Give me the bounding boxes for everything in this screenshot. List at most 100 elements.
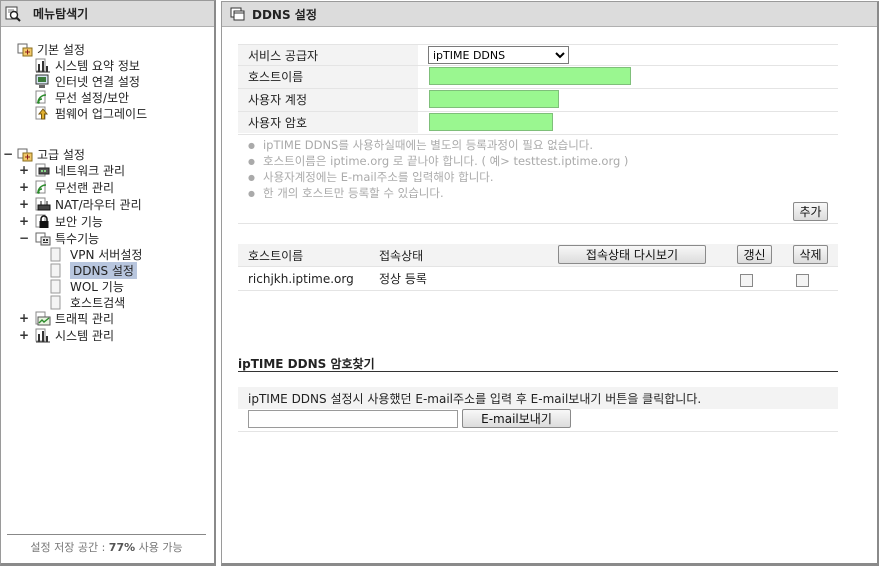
page-icon xyxy=(50,247,66,262)
magnifier-icon xyxy=(5,6,21,22)
tree-label: 트래픽 관리 xyxy=(55,311,115,326)
expand-toggle[interactable]: + xyxy=(19,327,29,343)
provider-label: 서비스 공급자 xyxy=(248,49,319,63)
tree-item-firmware-upgrade[interactable]: 펌웨어 업그레이드 xyxy=(35,105,147,121)
ddns-header: DDNS 설정 xyxy=(222,2,877,27)
note-item: ipTIME DDNS를 사용하실때에는 별도의 등록과정이 필요 없습니다. xyxy=(248,137,593,153)
tree-label: 네트워크 관리 xyxy=(55,163,126,178)
tree-item-system-management[interactable]: 시스템 관리 xyxy=(35,327,114,343)
tree-item-nat-router[interactable]: NAT/라우터 관리 xyxy=(35,196,142,212)
tree-label: WOL 기능 xyxy=(70,279,124,294)
tree-item-basic-settings[interactable]: 기본 설정 xyxy=(17,41,85,57)
tree-item-wireless-management[interactable]: 무선랜 관리 xyxy=(35,179,114,195)
network-icon xyxy=(35,163,51,178)
send-email-button[interactable]: E-mail보내기 xyxy=(462,409,571,428)
tree-item-traffic-management[interactable]: 트래픽 관리 xyxy=(35,310,114,326)
password-input[interactable] xyxy=(429,113,553,131)
divider xyxy=(238,88,838,89)
expand-toggle[interactable]: + xyxy=(19,162,29,178)
tree-label: 고급 설정 xyxy=(37,147,85,162)
tree-label: 호스트검색 xyxy=(70,295,126,310)
expand-toggle[interactable]: + xyxy=(19,179,29,195)
divider xyxy=(238,111,838,112)
collapse-toggle[interactable]: − xyxy=(19,230,29,246)
tree-label: 무선랜 관리 xyxy=(55,180,115,195)
tree-label: 펌웨어 업그레이드 xyxy=(55,106,148,121)
tree-label: 특수기능 xyxy=(55,231,100,246)
delete-button[interactable]: 삭제 xyxy=(793,245,828,264)
monitor-icon xyxy=(35,74,51,89)
account-label: 사용자 계정 xyxy=(248,93,308,107)
menu-explorer-header: 메뉴탐색기 xyxy=(1,1,214,27)
hostname-input[interactable] xyxy=(429,67,631,85)
tree-item-vpn-server[interactable]: VPN 서버설정 xyxy=(50,246,142,262)
col-hostname: 호스트이름 xyxy=(248,249,304,263)
router-icon xyxy=(35,197,51,212)
tree-item-security[interactable]: 보안 기능 xyxy=(35,213,103,229)
tree-item-wireless-security[interactable]: 무선 설정/보안 xyxy=(35,89,129,105)
tree-item-advanced-settings[interactable]: 고급 설정 xyxy=(17,146,85,162)
divider xyxy=(238,290,838,291)
lock-icon xyxy=(35,214,51,229)
folder-settings-icon xyxy=(17,42,33,57)
tree-label-selected: DDNS 설정 xyxy=(70,261,137,279)
storage-status: 설정 저장 공간 : 77% 사용 가능 xyxy=(7,534,206,555)
tree-label: 기본 설정 xyxy=(37,42,85,57)
divider xyxy=(238,134,838,135)
menu-explorer-title: 메뉴탐색기 xyxy=(33,7,89,21)
tree-label: 시스템 요약 정보 xyxy=(55,58,140,73)
email-input[interactable] xyxy=(248,410,458,428)
traffic-chart-icon xyxy=(35,311,51,326)
upgrade-icon xyxy=(35,106,51,121)
tree-item-internet-setup[interactable]: 인터넷 연결 설정 xyxy=(35,73,140,89)
expand-toggle[interactable]: + xyxy=(19,213,29,229)
divider xyxy=(238,65,838,66)
tree-label: 무선 설정/보안 xyxy=(55,90,130,105)
ddns-settings-panel: DDNS 설정 서비스 공급자 ipTIME DDNS 호스트이름 사용자 계정… xyxy=(221,1,879,566)
note-item: 사용자계정에는 E-mail주소를 입력해야 합니다. xyxy=(248,169,494,185)
renew-button[interactable]: 갱신 xyxy=(737,245,772,264)
tree-label: 시스템 관리 xyxy=(55,328,115,343)
tree-label: NAT/라우터 관리 xyxy=(55,197,142,212)
wireless-icon xyxy=(35,180,51,195)
page-icon xyxy=(50,263,66,278)
tree-label: 보안 기능 xyxy=(55,214,103,229)
tree-item-host-search[interactable]: 호스트검색 xyxy=(50,294,125,310)
bar-chart-icon xyxy=(35,328,51,343)
wireless-icon xyxy=(35,90,51,105)
folder-settings-icon xyxy=(17,147,33,162)
page-icon xyxy=(50,295,66,310)
tree-item-system-summary[interactable]: 시스템 요약 정보 xyxy=(35,57,140,73)
password-label: 사용자 암호 xyxy=(248,116,308,130)
tree-item-network-management[interactable]: 네트워크 관리 xyxy=(35,162,125,178)
account-input[interactable] xyxy=(429,90,559,108)
divider xyxy=(238,431,838,432)
renew-checkbox[interactable] xyxy=(740,274,753,287)
add-button[interactable]: 추가 xyxy=(793,202,828,221)
storage-suffix: 사용 가능 xyxy=(135,541,183,554)
storage-percent: 77% xyxy=(108,541,136,554)
tree-item-wol[interactable]: WOL 기능 xyxy=(50,278,124,294)
expand-toggle[interactable]: + xyxy=(19,196,29,212)
window-icon xyxy=(230,7,246,22)
page-title: DDNS 설정 xyxy=(252,7,317,22)
menu-explorer-panel: 메뉴탐색기 기본 설정 시스템 요약 정보 인터넷 연결 설정 무선 설정/보안… xyxy=(0,0,216,566)
divider xyxy=(238,223,838,224)
expand-toggle[interactable]: + xyxy=(19,310,29,326)
page-icon xyxy=(50,279,66,294)
tree-label: VPN 서버설정 xyxy=(70,247,143,262)
tree-item-special-functions[interactable]: 특수기능 xyxy=(35,230,99,246)
tree-label: 인터넷 연결 설정 xyxy=(55,74,140,89)
bar-chart-icon xyxy=(35,58,51,73)
recover-description: ipTIME DDNS 설정시 사용했던 E-mail주소를 입력 후 E-ma… xyxy=(248,392,702,406)
col-status: 접속상태 xyxy=(379,249,424,263)
provider-select[interactable]: ipTIME DDNS xyxy=(428,46,569,64)
storage-label: 설정 저장 공간 : xyxy=(30,541,109,554)
tree-item-ddns-settings[interactable]: DDNS 설정 xyxy=(50,261,137,279)
delete-checkbox[interactable] xyxy=(796,274,809,287)
refresh-status-button[interactable]: 접속상태 다시보기 xyxy=(558,245,706,264)
status-cell: 정상 등록 xyxy=(379,272,427,286)
recover-title-underline xyxy=(238,371,838,372)
recover-title: ipTIME DDNS 암호찾기 xyxy=(238,357,375,371)
collapse-toggle[interactable]: − xyxy=(3,146,13,162)
